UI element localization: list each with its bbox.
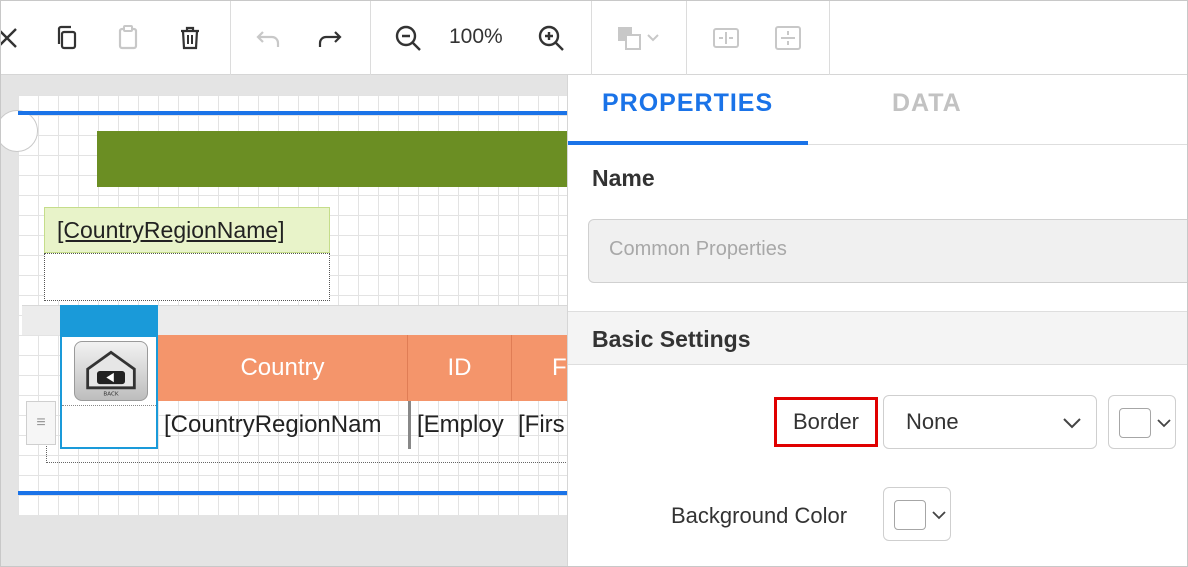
undo-icon[interactable]	[248, 15, 288, 61]
border-style-value: None	[906, 409, 959, 434]
cell-employee-id[interactable]: [Employ	[408, 401, 512, 449]
country-region-field[interactable]: [CountryRegionName]	[44, 207, 330, 253]
cell-country-region[interactable]: [CountryRegionNam	[158, 401, 408, 449]
align-vertical-icon[interactable]	[768, 15, 808, 61]
name-field[interactable]: Common Properties	[588, 219, 1187, 283]
chevron-down-icon	[1063, 418, 1081, 429]
list-region[interactable]	[44, 253, 330, 301]
header-cell-first[interactable]: F	[512, 335, 567, 401]
page-handle[interactable]	[1, 110, 38, 152]
toolbar-separator	[686, 1, 687, 75]
border-style-dropdown[interactable]: None	[883, 395, 1097, 449]
background-color-swatch	[894, 500, 926, 530]
svg-text:BACK: BACK	[103, 391, 118, 397]
border-label-text: Border	[792, 409, 860, 434]
redo-icon[interactable]	[310, 15, 350, 61]
properties-panel: PROPERTIES DATA Name Common Properties B…	[567, 75, 1187, 566]
report-designer: 100% [CountryRegionName] Country ID F ≡ …	[0, 0, 1188, 567]
delete-icon[interactable]	[170, 15, 210, 61]
back-home-icon: BACK	[74, 341, 148, 401]
active-tab-indicator	[568, 141, 808, 145]
header-cell-country[interactable]: Country	[158, 335, 408, 401]
toolbar: 100%	[1, 1, 1187, 75]
zoom-in-icon[interactable]	[531, 15, 571, 61]
title-bar[interactable]	[97, 131, 567, 187]
toolbar-separator	[829, 1, 830, 75]
design-canvas[interactable]: [CountryRegionName] Country ID F ≡ [Coun…	[1, 75, 567, 566]
paste-icon[interactable]	[108, 15, 148, 61]
background-color-label: Background Color	[671, 503, 848, 528]
chevron-down-icon	[932, 511, 946, 520]
basic-settings-section[interactable]: Basic Settings	[568, 311, 1187, 365]
border-color-swatch	[1119, 408, 1151, 438]
header-boundary-line	[18, 111, 567, 115]
toolbar-separator	[230, 1, 231, 75]
background-color-picker[interactable]	[883, 487, 951, 541]
toolbar-separator	[591, 1, 592, 75]
zoom-out-icon[interactable]	[388, 15, 428, 61]
order-icon[interactable]	[607, 15, 671, 61]
image-cell-divider	[62, 405, 156, 406]
column-selector[interactable]	[60, 305, 158, 335]
cut-icon[interactable]	[1, 15, 27, 61]
footer-boundary-line	[18, 491, 567, 495]
tab-data[interactable]: DATA	[892, 89, 962, 118]
border-label: Border	[774, 397, 878, 447]
zoom-level: 100%	[449, 25, 503, 48]
row-handle[interactable]: ≡	[26, 401, 56, 445]
cell-first-name[interactable]: [Firs	[512, 401, 567, 449]
copy-icon[interactable]	[47, 15, 87, 61]
toolbar-separator	[370, 1, 371, 75]
header-cell-id[interactable]: ID	[408, 335, 512, 401]
tab-properties[interactable]: PROPERTIES	[602, 89, 773, 118]
section-title: Basic Settings	[592, 326, 751, 352]
align-horizontal-icon[interactable]	[706, 15, 746, 61]
image-cell[interactable]: BACK	[60, 335, 158, 449]
border-color-picker[interactable]	[1108, 395, 1176, 449]
name-label: Name	[592, 165, 655, 191]
chevron-down-icon	[1157, 419, 1171, 428]
table-report-item[interactable]: Country ID F ≡ [CountryRegionNam [Employ…	[22, 305, 567, 463]
